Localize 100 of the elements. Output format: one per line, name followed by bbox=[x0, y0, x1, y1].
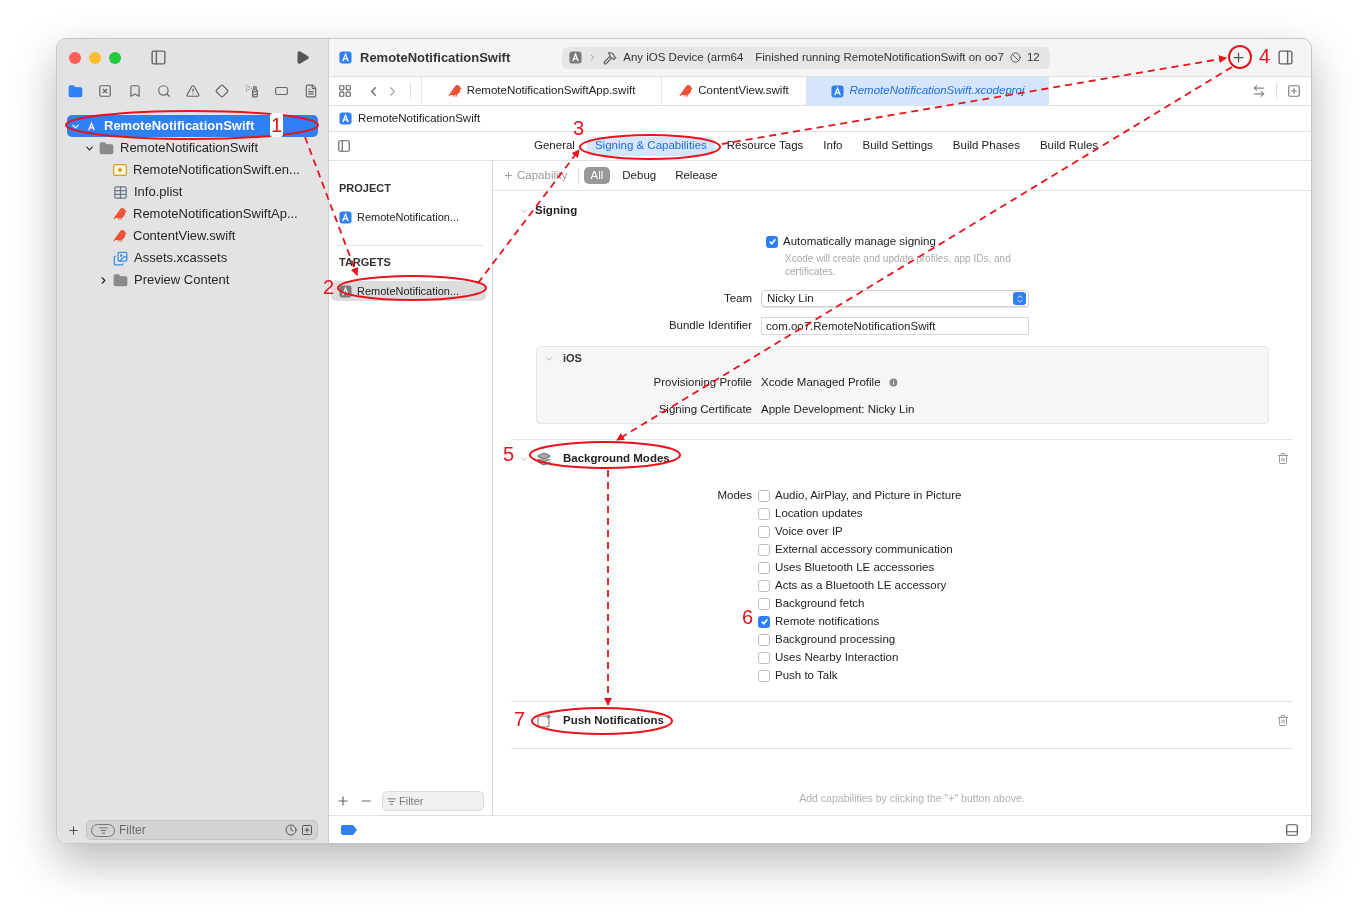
file-name: RemoteNotificationSwiftAp... bbox=[133, 205, 298, 224]
platform-title: iOS bbox=[563, 351, 582, 367]
checkbox[interactable] bbox=[758, 633, 770, 646]
run-destination[interactable]: Any iOS Device (arm64 bbox=[623, 48, 746, 67]
delete-icon[interactable] bbox=[1277, 452, 1289, 465]
step-number: 5 bbox=[503, 442, 515, 466]
checkbox[interactable] bbox=[758, 579, 770, 592]
sidebar-toggle-icon[interactable] bbox=[337, 139, 351, 153]
step-number: 7 bbox=[514, 707, 526, 731]
navigator-item[interactable]: RemoteNotificationSwift.en... bbox=[67, 159, 318, 181]
filter-input[interactable]: Filter bbox=[399, 792, 479, 810]
file-name: ContentView.swift bbox=[133, 227, 236, 246]
grid-icon[interactable] bbox=[338, 84, 352, 98]
settings-tab[interactable]: Build Settings bbox=[854, 136, 941, 156]
settings-tab[interactable]: Signing & Capabilities bbox=[586, 136, 715, 156]
delete-icon[interactable] bbox=[1277, 714, 1289, 727]
checkbox[interactable] bbox=[758, 561, 770, 574]
filter-segment[interactable]: Debug bbox=[615, 167, 664, 184]
settings-tab[interactable]: Resource Tags bbox=[718, 136, 812, 156]
add-icon[interactable] bbox=[336, 794, 350, 808]
field-label: Modes bbox=[716, 487, 752, 503]
document-icon[interactable] bbox=[304, 84, 318, 98]
editor-tab[interactable]: RemoteNotificationSwiftApp.swift bbox=[421, 76, 661, 106]
filter-field[interactable]: Filter bbox=[86, 820, 318, 840]
swap-icon[interactable] bbox=[1252, 84, 1266, 98]
mode-label: Background processing bbox=[775, 631, 896, 647]
bird-icon bbox=[447, 84, 462, 98]
checkbox[interactable] bbox=[766, 235, 778, 248]
settings-tab[interactable]: Build Rules bbox=[1031, 136, 1107, 156]
issue-count: 12 bbox=[1026, 49, 1040, 65]
mode-label: Uses Bluetooth LE accessories bbox=[775, 559, 935, 575]
clock-icon[interactable] bbox=[285, 824, 297, 836]
file-name: RemoteNotificationSwift bbox=[104, 117, 255, 136]
square-x-icon[interactable] bbox=[98, 84, 113, 98]
folder-icon bbox=[99, 140, 114, 156]
sidebar-toggle-icon[interactable] bbox=[149, 49, 168, 66]
inspector-toggle-icon[interactable] bbox=[1276, 49, 1295, 66]
section-heading: PROJECT bbox=[339, 181, 392, 196]
app-icon bbox=[831, 84, 845, 98]
popup-arrows-icon[interactable] bbox=[1013, 292, 1026, 306]
diamond-icon[interactable] bbox=[215, 84, 230, 98]
close-window-button[interactable] bbox=[69, 51, 81, 64]
info-icon[interactable] bbox=[887, 376, 899, 388]
navigator-item[interactable]: Assets.xcassets bbox=[67, 247, 318, 269]
filter-input[interactable]: Filter bbox=[119, 821, 281, 839]
tag-icon[interactable] bbox=[273, 84, 289, 98]
field-label: Signing Certificate bbox=[657, 401, 752, 417]
add-capability-icon[interactable] bbox=[1231, 50, 1246, 65]
folder-icon[interactable] bbox=[68, 83, 83, 99]
search-icon[interactable] bbox=[156, 84, 171, 98]
navigator-item[interactable]: Info.plist bbox=[67, 181, 318, 203]
bookmark-icon[interactable] bbox=[127, 84, 142, 98]
checkbox[interactable] bbox=[758, 651, 770, 664]
editor-tab[interactable]: RemoteNotificationSwift.xcodeproj bbox=[806, 76, 1049, 106]
mode-label: Audio, AirPlay, and Picture in Picture bbox=[775, 487, 962, 503]
file-name: Info.plist bbox=[134, 183, 183, 202]
tag-icon[interactable] bbox=[341, 824, 357, 835]
run-icon[interactable] bbox=[295, 50, 310, 65]
mode-label: External accessory communication bbox=[775, 541, 953, 557]
checkbox[interactable] bbox=[758, 597, 770, 610]
hammer-icon[interactable] bbox=[603, 50, 618, 65]
spray-can-icon[interactable] bbox=[244, 84, 259, 98]
checkbox[interactable] bbox=[758, 615, 770, 628]
checkbox[interactable] bbox=[758, 669, 770, 682]
jump-bar-item[interactable]: RemoteNotificationSwift bbox=[358, 109, 481, 128]
checkbox[interactable] bbox=[758, 525, 770, 538]
square-plus-icon[interactable] bbox=[301, 824, 313, 836]
team-popup[interactable]: Nicky Lin bbox=[761, 290, 1029, 308]
window-title: RemoteNotificationSwift bbox=[360, 48, 511, 67]
mode-label: Uses Nearby Interaction bbox=[775, 649, 899, 665]
add-icon[interactable] bbox=[67, 823, 80, 837]
settings-tab[interactable]: Build Phases bbox=[944, 136, 1028, 156]
navigator-item[interactable]: ContentView.swift bbox=[67, 225, 318, 247]
zoom-window-button[interactable] bbox=[109, 51, 121, 64]
build-status: Finished running RemoteNotificationSwift on oo7 bbox=[755, 49, 1004, 65]
entitlements-icon bbox=[113, 164, 127, 176]
navigator-item[interactable]: RemoteNotificationSwift bbox=[67, 137, 318, 159]
filter-segment[interactable]: Release bbox=[668, 167, 725, 184]
mode-label: Acts as a Bluetooth LE accessory bbox=[775, 577, 947, 593]
navigator-item[interactable]: RemoteNotificationSwiftAp... bbox=[67, 203, 318, 225]
step-number: 1 bbox=[270, 113, 284, 137]
bundle-identifier-field[interactable]: com.oo7.RemoteNotificationSwift bbox=[761, 316, 1029, 335]
filter-field[interactable]: Filter bbox=[382, 791, 484, 811]
add-editor-icon[interactable] bbox=[1287, 84, 1301, 98]
navigator-item[interactable]: Preview Content bbox=[67, 269, 318, 291]
file-name: Assets.xcassets bbox=[134, 249, 228, 268]
highlight-ellipse bbox=[1228, 45, 1252, 69]
field-value: Xcode Managed Profile bbox=[761, 374, 881, 390]
panel-bottom-icon[interactable] bbox=[1285, 822, 1299, 837]
capability-title: Background Modes bbox=[563, 450, 670, 466]
checkbox[interactable] bbox=[758, 489, 770, 502]
add-icon[interactable] bbox=[503, 170, 514, 181]
file-name: RemoteNotificationSwift bbox=[120, 139, 258, 158]
field-label: Provisioning Profile bbox=[652, 374, 752, 390]
target-item[interactable]: RemoteNotification... bbox=[331, 207, 486, 228]
checkbox-label: Automatically manage signing bbox=[783, 234, 936, 249]
checkbox[interactable] bbox=[758, 507, 770, 520]
checkbox[interactable] bbox=[758, 543, 770, 556]
warning-icon[interactable] bbox=[186, 84, 200, 98]
settings-tab[interactable]: Info bbox=[815, 136, 851, 156]
